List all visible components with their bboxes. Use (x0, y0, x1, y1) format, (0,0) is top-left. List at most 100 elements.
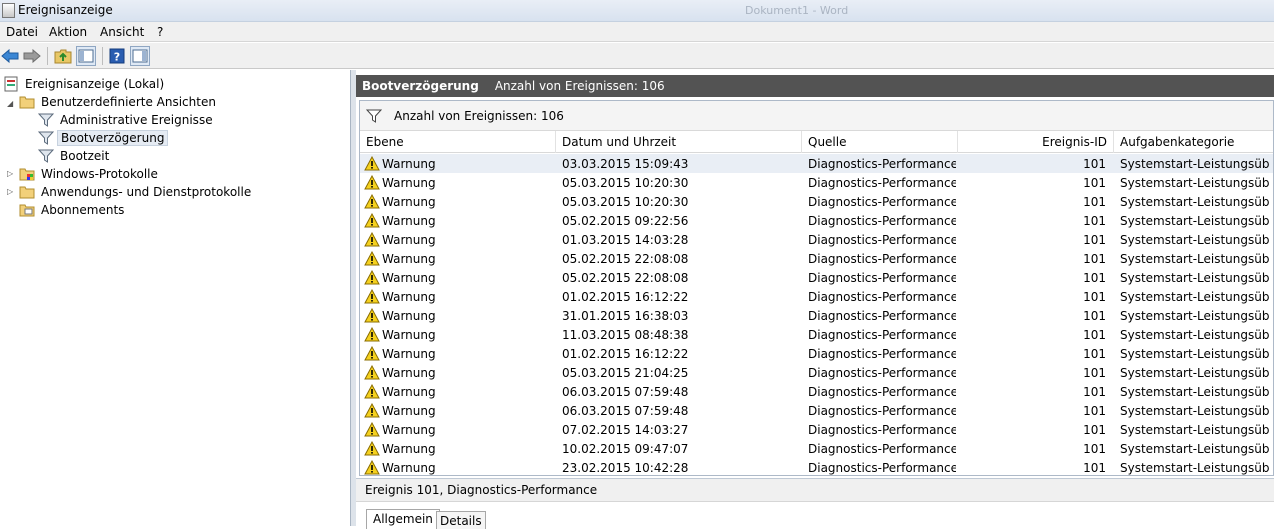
table-row[interactable]: Warnung 05.03.2015 10:20:30 Diagnostics-Pe… (360, 173, 1273, 192)
table-row[interactable]: Warnung 11.03.2015 08:48:38 Diagnostics-Pe… (360, 325, 1273, 344)
cell-datetime: 05.03.2015 21:04:25 (562, 365, 689, 380)
cell-datetime: 01.03.2015 14:03:28 (562, 232, 689, 247)
cell-datetime: 01.02.2015 16:12:22 (562, 346, 689, 361)
cell-category: Systemstart-Leistungsübe... (1120, 194, 1270, 209)
menu-aktion[interactable]: Aktion (49, 25, 87, 39)
table-row[interactable]: Warnung 06.03.2015 07:59:48 Diagnostics-Pe… (360, 382, 1273, 401)
cell-datetime: 05.03.2015 10:20:30 (562, 194, 689, 209)
subscriptions-icon (19, 204, 35, 217)
table-row[interactable]: Warnung 01.02.2015 16:12:22 Diagnostics-Pe… (360, 344, 1273, 363)
forward-arrow-icon[interactable] (22, 46, 42, 66)
table-row[interactable]: Warnung 10.02.2015 09:47:07 Diagnostics-Pe… (360, 439, 1273, 458)
table-row[interactable]: Warnung 01.03.2015 14:03:28 Diagnostics-Pe… (360, 230, 1273, 249)
cell-event-id: 101 (1083, 251, 1106, 266)
level-text: Warnung (382, 460, 436, 475)
toolbar: ? (0, 43, 1274, 69)
window-title: Ereignisanzeige (18, 3, 113, 17)
level-text: Warnung (382, 156, 436, 171)
tree-item-app-service-logs[interactable]: Anwendungs- und Dienstprotokolle (19, 183, 254, 201)
tree-item-windows-logs[interactable]: Windows-Protokolle (19, 165, 161, 183)
table-row[interactable]: Warnung 05.02.2015 09:22:56 Diagnostics-Pe… (360, 211, 1273, 230)
table-row[interactable]: Warnung 01.02.2015 16:12:22 Diagnostics-Pe… (360, 287, 1273, 306)
folder-up-icon[interactable] (53, 46, 73, 66)
warning-icon (364, 346, 380, 361)
column-header-category[interactable]: Aufgabenkategorie (1114, 131, 1273, 153)
cell-category: Systemstart-Leistungsübe... (1120, 308, 1270, 323)
cell-source: Diagnostics-Performance (808, 175, 956, 190)
expand-arrow-icon[interactable]: ▷ (7, 187, 13, 196)
table-row[interactable]: Warnung 05.03.2015 10:20:30 Diagnostics-Pe… (360, 192, 1273, 211)
table-row[interactable]: Warnung 05.02.2015 22:08:08 Diagnostics-Pe… (360, 268, 1273, 287)
cell-level: Warnung (364, 325, 554, 344)
cell-category: Systemstart-Leistungsübe... (1120, 365, 1270, 380)
cell-source: Diagnostics-Performance (808, 441, 956, 456)
table-row[interactable]: Warnung 05.03.2015 21:04:25 Diagnostics-Pe… (360, 363, 1273, 382)
cell-level: Warnung (364, 344, 554, 363)
warning-icon (364, 441, 380, 456)
background-window-title: Dokument1 - Word (745, 4, 849, 17)
tree-item-boot-delay[interactable]: Bootverzögerung (38, 129, 169, 147)
level-text: Warnung (382, 384, 436, 399)
column-header-event-id[interactable]: Ereignis-ID (958, 131, 1114, 153)
column-header-datetime[interactable]: Datum und Uhrzeit (556, 131, 802, 153)
filter-icon[interactable] (366, 108, 382, 124)
table-row[interactable]: Warnung 31.01.2015 16:38:03 Diagnostics-Pe… (360, 306, 1273, 325)
tree-item-boot-time[interactable]: Bootzeit (38, 147, 112, 165)
cell-level: Warnung (364, 287, 554, 306)
column-headers: Ebene Datum und Uhrzeit Quelle Ereignis-… (360, 131, 1273, 153)
filter-count: Anzahl von Ereignissen: 106 (394, 108, 564, 123)
title-bar: Ereignisanzeige Dokument1 - Word (0, 0, 1274, 22)
action-pane-icon[interactable] (130, 46, 150, 66)
warning-icon (364, 175, 380, 190)
cell-datetime: 07.02.2015 14:03:27 (562, 422, 689, 437)
table-row[interactable]: Warnung 05.02.2015 22:08:08 Diagnostics-Pe… (360, 249, 1273, 268)
event-viewer-icon (4, 76, 18, 92)
column-header-level[interactable]: Ebene (360, 131, 556, 153)
table-row[interactable]: Warnung 03.03.2015 15:09:43 Diagnostics-Pe… (360, 154, 1273, 173)
filter-icon (38, 149, 54, 163)
cell-source: Diagnostics-Performance (808, 460, 956, 475)
level-text: Warnung (382, 441, 436, 456)
menu-ansicht[interactable]: Ansicht (100, 25, 144, 39)
tab-allgemein[interactable]: Allgemein (366, 509, 440, 529)
detail-header: Ereignis 101, Diagnostics-Performance (356, 478, 1274, 502)
cell-source: Diagnostics-Performance (808, 422, 956, 437)
collapse-arrow-icon[interactable]: ◢ (7, 99, 13, 108)
cell-event-id: 101 (1083, 346, 1106, 361)
svg-text:?: ? (114, 51, 120, 64)
cell-source: Diagnostics-Performance (808, 194, 956, 209)
tree-item-custom-views[interactable]: Benutzerdefinierte Ansichten (19, 93, 219, 111)
folder-icon (19, 96, 35, 109)
detail-title: Ereignis 101, Diagnostics-Performance (365, 483, 598, 497)
cell-event-id: 101 (1083, 270, 1106, 285)
level-text: Warnung (382, 327, 436, 342)
cell-category: Systemstart-Leistungsübe... (1120, 327, 1270, 342)
tab-details[interactable]: Details (436, 511, 486, 529)
cell-datetime: 31.01.2015 16:38:03 (562, 308, 689, 323)
expand-arrow-icon[interactable]: ▷ (7, 169, 13, 178)
warning-icon (364, 270, 380, 285)
level-text: Warnung (382, 346, 436, 361)
help-icon[interactable]: ? (107, 46, 127, 66)
tree-item-subscriptions[interactable]: Abonnements (19, 201, 127, 219)
cell-source: Diagnostics-Performance (808, 403, 956, 418)
menu-help[interactable]: ? (157, 25, 163, 39)
table-row[interactable]: Warnung 07.02.2015 14:03:27 Diagnostics-Pe… (360, 420, 1273, 439)
level-text: Warnung (382, 308, 436, 323)
tree-item-admin-events[interactable]: Administrative Ereignisse (38, 111, 216, 129)
cell-event-id: 101 (1083, 308, 1106, 323)
cell-event-id: 101 (1083, 175, 1106, 190)
cell-source: Diagnostics-Performance (808, 384, 956, 399)
cell-category: Systemstart-Leistungsübe... (1120, 213, 1270, 228)
back-arrow-icon[interactable] (0, 46, 20, 66)
cell-level: Warnung (364, 439, 554, 458)
menu-datei[interactable]: Datei (6, 25, 38, 39)
warning-icon (364, 422, 380, 437)
cell-source: Diagnostics-Performance (808, 232, 956, 247)
table-row[interactable]: Warnung 06.03.2015 07:59:48 Diagnostics-Pe… (360, 401, 1273, 420)
cell-category: Systemstart-Leistungsübe... (1120, 441, 1270, 456)
table-row[interactable]: Warnung 23.02.2015 10:42:28 Diagnostics-Pe… (360, 458, 1273, 475)
console-tree-icon[interactable] (76, 46, 96, 66)
tree-item-root[interactable]: Ereignisanzeige (Lokal) (3, 75, 167, 93)
column-header-source[interactable]: Quelle (802, 131, 958, 153)
